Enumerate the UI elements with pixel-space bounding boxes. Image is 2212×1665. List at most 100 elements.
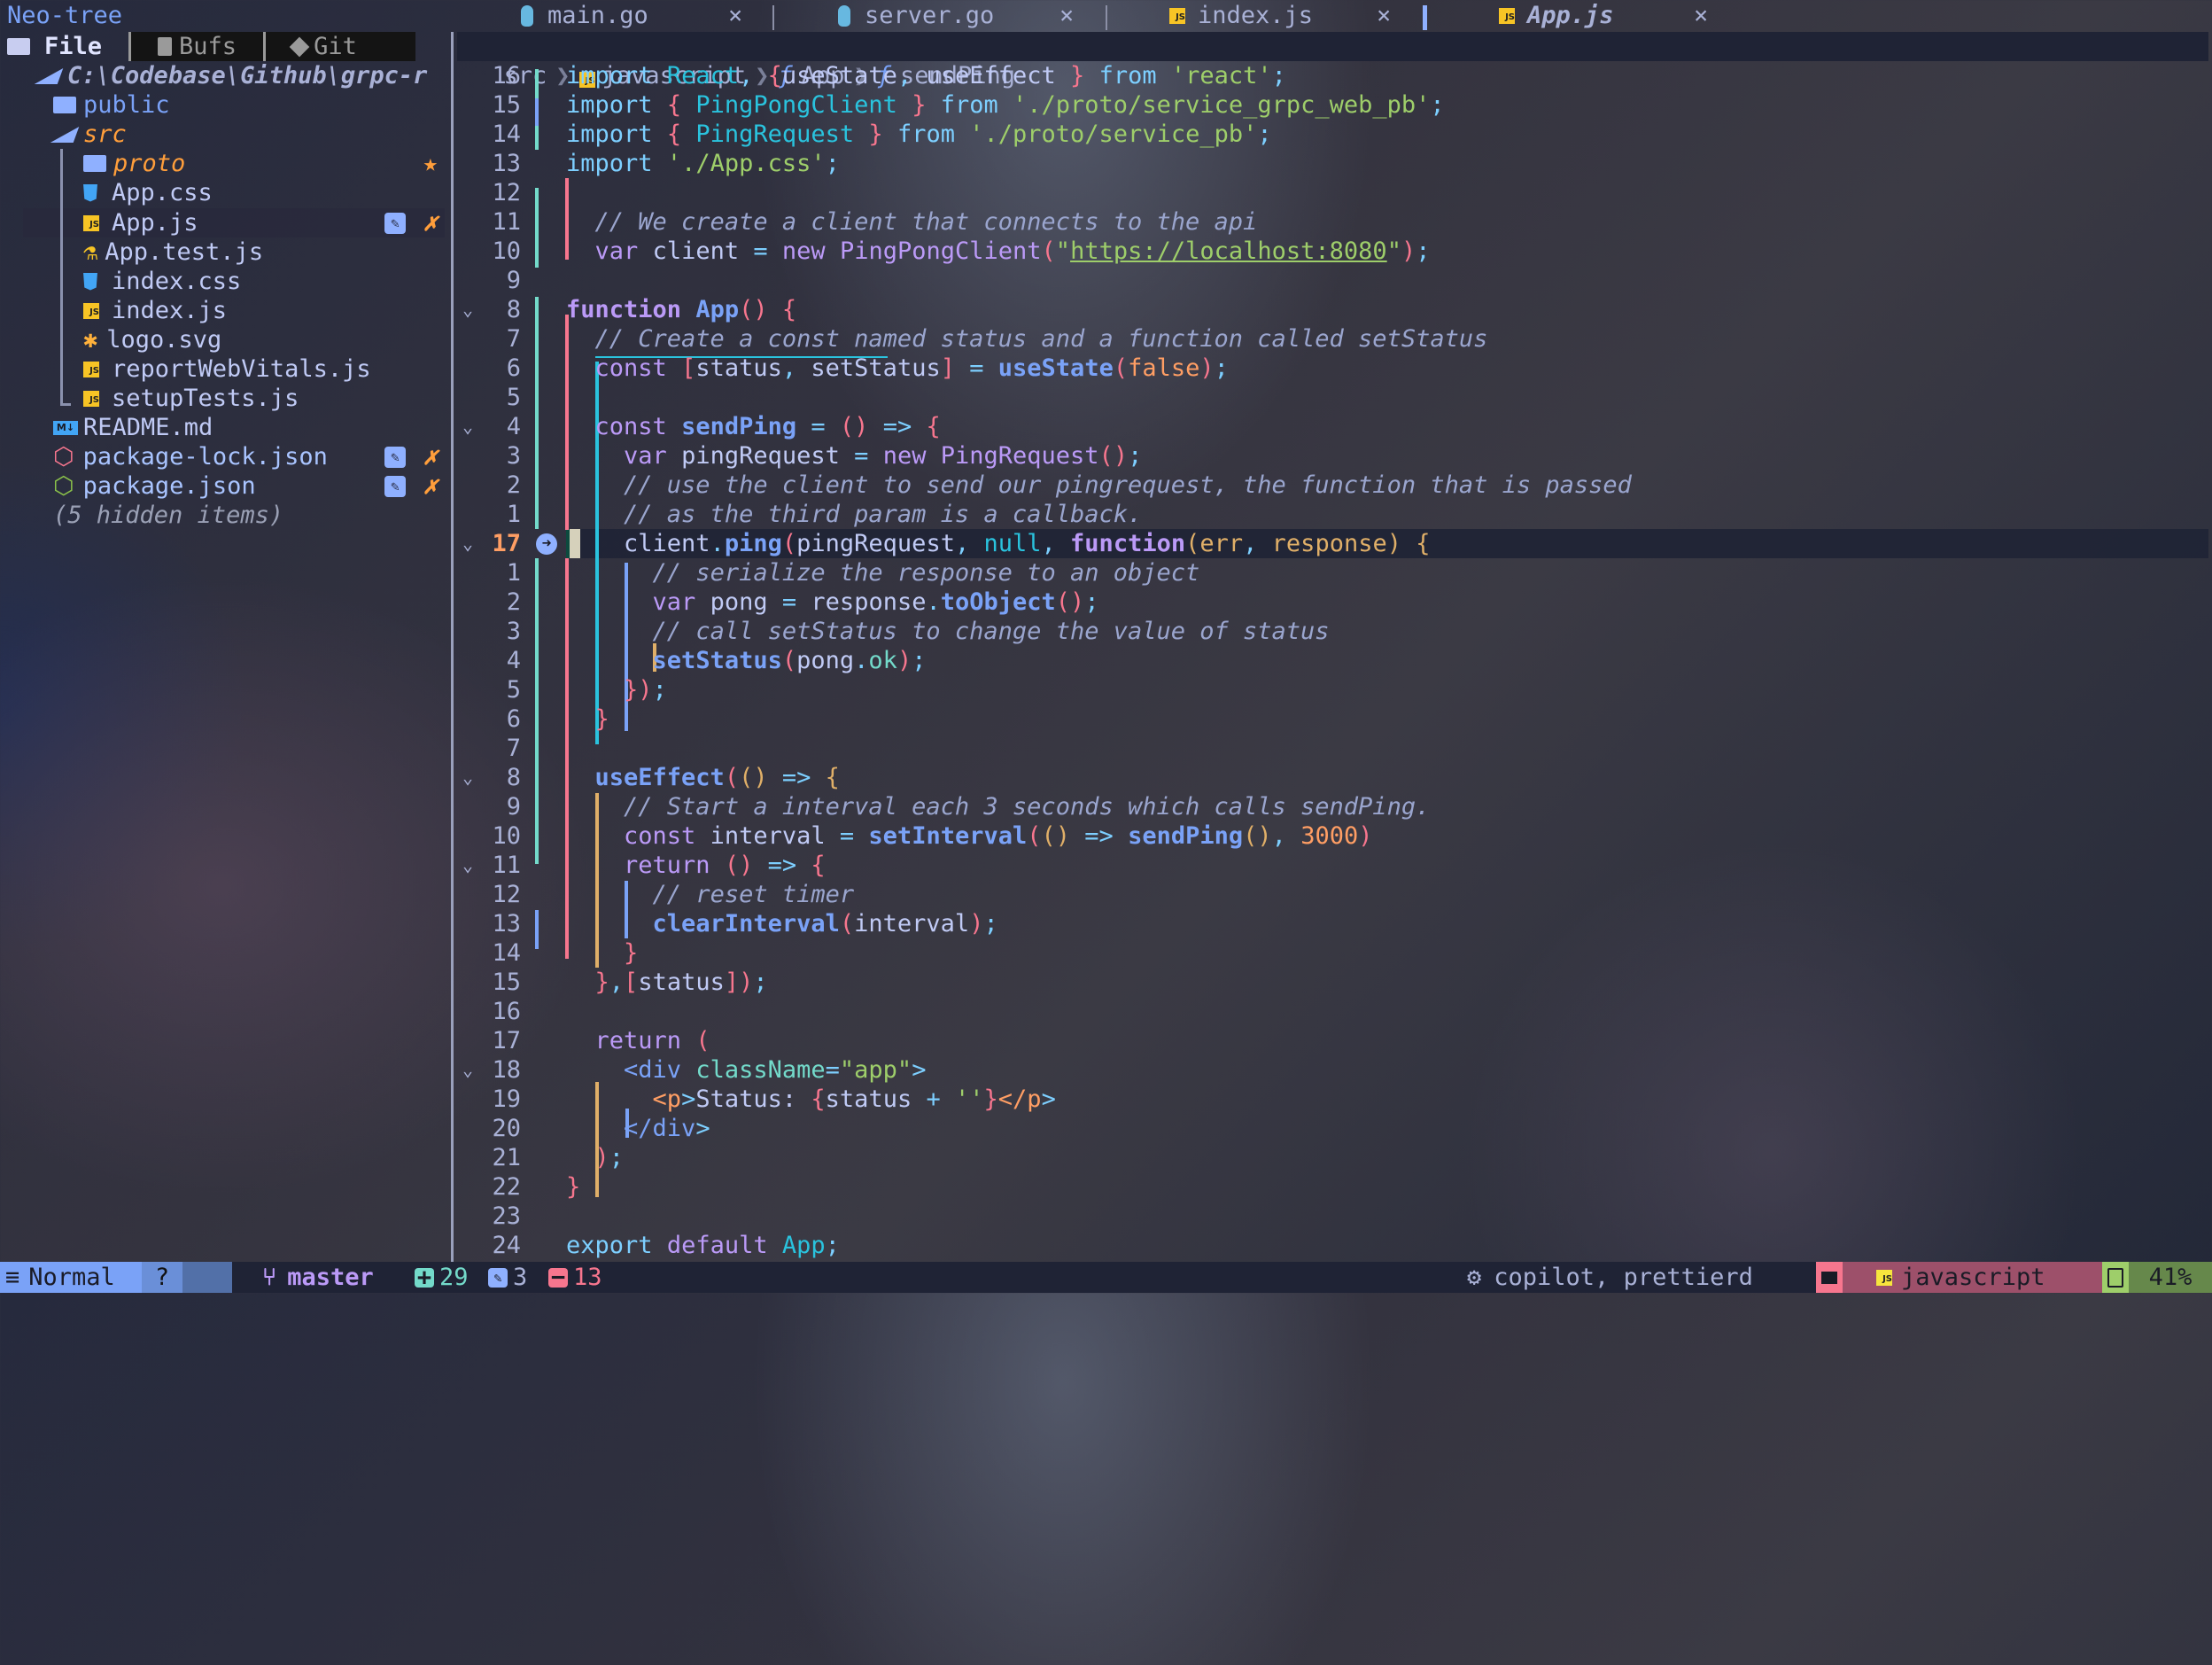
line-number: 2	[506, 588, 521, 616]
git-removed-count: − 13	[548, 1262, 602, 1293]
source-tab-file[interactable]: File	[7, 32, 111, 61]
code-editor[interactable]: 16 15 14 13 12 11 10 9 8 7 6 5 4 3 2 1 17 1 2 3 4 5 6 7 8 9 10 11 12…	[457, 61, 2208, 1262]
line-number: 5	[506, 676, 521, 704]
code-line[interactable]: import './App.css';	[566, 149, 840, 178]
line-number: 13	[492, 150, 521, 177]
tree-item-setuptests-js[interactable]: JS setupTests.js	[83, 384, 299, 413]
line-number: 22	[492, 1173, 521, 1201]
code-line[interactable]: // as the third param is a callback.	[566, 500, 1142, 529]
lsp-clients: ⚙ copilot, prettierd	[1467, 1264, 1753, 1291]
breadcrumb: src ❯ JS javascript ❯ ƒ App ❯ ƒ sendPing	[457, 32, 2208, 89]
buffer-tab-app-js[interactable]: JS App.js	[1499, 0, 1614, 32]
code-line[interactable]: },[status]);	[566, 968, 768, 997]
code-line[interactable]: client.ping(pingRequest, null, function(…	[566, 529, 1430, 558]
tab-separator	[1106, 5, 1107, 30]
line-number: 11	[492, 208, 521, 236]
close-tab-app-js[interactable]: ×	[1694, 0, 1708, 32]
line-number: 23	[492, 1202, 521, 1230]
tree-item-app-js[interactable]: JS App.js ✎ ✗	[83, 208, 438, 237]
fold-chevron-icon[interactable]: ⌄	[462, 763, 473, 792]
go-gopher-icon	[521, 5, 533, 27]
tree-item-src[interactable]: src	[50, 120, 127, 149]
fold-chevron-icon[interactable]: ⌄	[462, 295, 473, 324]
buffer-tab-index-js[interactable]: JS index.js	[1169, 0, 1313, 32]
css-icon	[83, 183, 97, 202]
tree-item-index-js[interactable]: JS index.js	[83, 296, 227, 325]
modified-pencil-icon: ✎	[384, 447, 406, 468]
code-line[interactable]: // serialize the response to an object	[566, 558, 1200, 587]
git-branch[interactable]: ⑂ master	[262, 1262, 374, 1293]
tree-item-logo-svg[interactable]: ✱ logo.svg	[83, 325, 221, 354]
code-line[interactable]: var client = new PingPongClient("https:/…	[566, 237, 1431, 266]
fold-chevron-icon[interactable]: ⌄	[462, 412, 473, 441]
fold-chevron-icon[interactable]: ⌄	[462, 529, 473, 558]
close-tab-main-go[interactable]: ×	[728, 0, 742, 32]
code-line[interactable]: }	[566, 938, 638, 968]
close-tab-index-js[interactable]: ×	[1377, 0, 1391, 32]
git-modified-icon: ✗	[423, 209, 438, 237]
source-selector: File Bufs Git	[7, 32, 415, 61]
source-tab-bufs[interactable]: Bufs	[131, 32, 264, 61]
code-line[interactable]: export default App;	[566, 1231, 840, 1260]
code-line[interactable]: const sendPing = () => {	[566, 412, 941, 441]
code-line[interactable]: return (	[566, 1026, 710, 1055]
code-line[interactable]: // We create a client that connects to t…	[566, 207, 1258, 237]
code-line[interactable]: clearInterval(interval);	[566, 909, 998, 938]
code-line[interactable]: function App() {	[566, 295, 796, 324]
fold-chevron-icon[interactable]: ⌄	[462, 851, 473, 880]
code-line[interactable]: setStatus(pong.ok);	[566, 646, 927, 675]
line-number: 3	[506, 442, 521, 470]
line-number: 10	[492, 822, 521, 850]
tree-item-app-test-js[interactable]: ⚗ App.test.js	[83, 237, 263, 267]
line-number: 1	[506, 559, 521, 587]
code-line[interactable]: );	[566, 1143, 625, 1172]
git-sign-added	[535, 297, 539, 529]
tree-root[interactable]: C:\Codebase\Github\grpc-r	[34, 61, 427, 90]
fold-chevron-icon[interactable]: ⌄	[462, 1055, 473, 1085]
code-line[interactable]: }	[566, 1172, 580, 1202]
hidden-items-note: (5 hidden items)	[53, 502, 284, 529]
tree-item-reportwebvitals-js[interactable]: JS reportWebVitals.js	[83, 354, 371, 384]
buffer-tab-main-go[interactable]: main.go	[521, 0, 648, 32]
code-line[interactable]: import { PingPongClient } from './proto/…	[566, 90, 1445, 120]
code-line[interactable]: });	[566, 675, 667, 704]
js-icon: JS	[83, 361, 99, 377]
close-tab-server-go[interactable]: ×	[1059, 0, 1074, 32]
js-icon: JS	[83, 390, 99, 407]
code-line[interactable]: var pingRequest = new PingRequest();	[566, 441, 1142, 471]
tree-item-proto[interactable]: proto ★	[83, 149, 438, 178]
code-line[interactable]: // Start a interval each 3 seconds which…	[566, 792, 1430, 821]
line-number: 17	[492, 1027, 521, 1054]
code-line[interactable]: <p>Status: {status + ''}</p>	[566, 1085, 1056, 1114]
code-line[interactable]: // reset timer	[566, 880, 855, 909]
code-line[interactable]: }	[566, 704, 609, 734]
tree-item-package-json[interactable]: ⬡ package.json ✎ ✗	[53, 471, 438, 501]
code-line[interactable]: useEffect(() => {	[566, 763, 840, 792]
tree-item-package-lock-json[interactable]: ⬡ package-lock.json ✎ ✗	[53, 442, 438, 471]
go-gopher-icon	[838, 5, 850, 27]
nodejs-icon: ⬡	[53, 472, 74, 500]
tree-item-app-css[interactable]: App.css	[83, 178, 213, 207]
js-icon: JS	[83, 214, 99, 231]
diagnostic-arrow-icon: ➜	[536, 533, 557, 555]
source-tab-git[interactable]: Git	[266, 32, 415, 61]
code-line[interactable]: // call setStatus to change the value of…	[566, 617, 1330, 646]
code-line[interactable]: import React, {useState, useEffect } fro…	[566, 61, 1286, 90]
code-line[interactable]: return () => {	[566, 851, 826, 880]
code-line[interactable]: <div className="app">	[566, 1055, 926, 1085]
code-line[interactable]: </div>	[566, 1114, 710, 1143]
code-line[interactable]: // Create a const named status and a fun…	[566, 324, 1488, 354]
git-sign-added	[535, 69, 539, 98]
code-line[interactable]: import { PingRequest } from './proto/ser…	[566, 120, 1272, 149]
window-separator[interactable]	[451, 32, 454, 1264]
tree-item-readme-md[interactable]: M↓ README.md	[53, 413, 213, 442]
tree-item-public[interactable]: public	[53, 90, 170, 120]
buffer-tab-server-go[interactable]: server.go	[838, 0, 994, 32]
code-line[interactable]: const interval = setInterval(() => sendP…	[566, 821, 1372, 851]
code-line[interactable]: const [status, setStatus] = useState(fal…	[566, 354, 1229, 383]
filetype-icon-block	[1816, 1262, 1843, 1293]
tree-item-index-css[interactable]: index.css	[83, 267, 241, 296]
code-line[interactable]: // use the client to send our pingreques…	[566, 471, 1632, 500]
code-line[interactable]: var pong = response.toObject();	[566, 587, 1099, 617]
git-added-count: + 29	[415, 1262, 469, 1293]
